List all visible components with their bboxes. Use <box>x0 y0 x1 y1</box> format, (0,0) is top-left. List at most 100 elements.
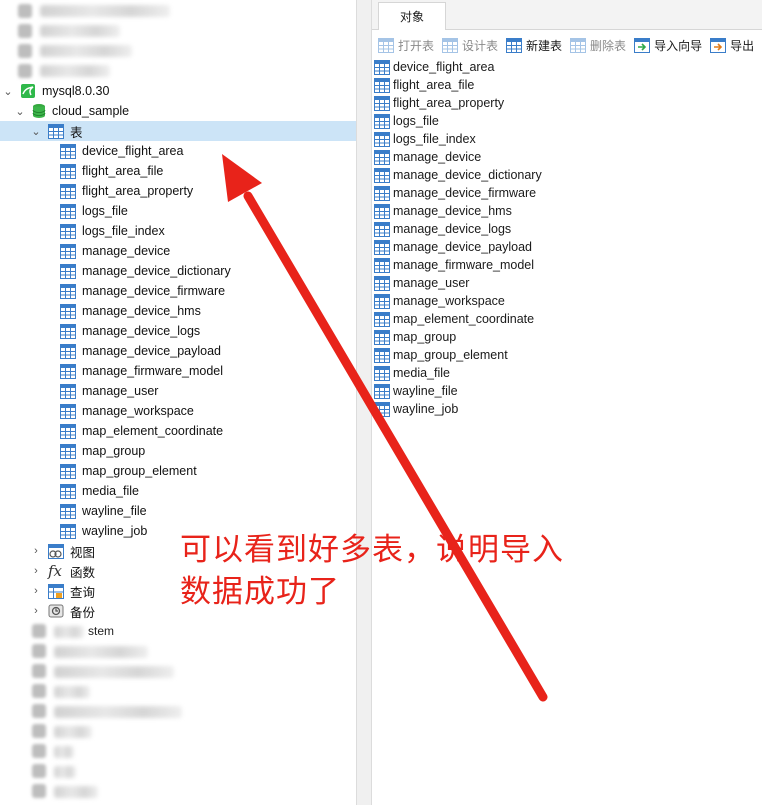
object-list-item[interactable]: map_group <box>374 328 456 346</box>
table-icon <box>374 150 390 165</box>
tree-table-item[interactable]: manage_firmware_model <box>0 361 356 381</box>
object-list-item[interactable]: flight_area_property <box>374 94 504 112</box>
object-list-item[interactable]: device_flight_area <box>374 58 494 76</box>
table-icon <box>374 366 390 381</box>
blurred-database[interactable] <box>54 706 182 718</box>
blurred-database[interactable] <box>54 766 76 778</box>
tree-table-label: logs_file <box>82 204 128 218</box>
object-list-item[interactable]: manage_device <box>374 148 481 166</box>
object-table-label: manage_device_firmware <box>393 186 537 200</box>
object-list-item[interactable]: wayline_job <box>374 400 458 418</box>
chevron-down-icon[interactable]: ⌄ <box>14 105 26 118</box>
tree-table-label: wayline_file <box>82 504 147 518</box>
table-icon <box>60 244 76 259</box>
blurred-connection[interactable] <box>40 5 170 17</box>
object-list-item[interactable]: map_element_coordinate <box>374 310 534 328</box>
object-table-label: manage_device_hms <box>393 204 512 218</box>
delete-table-button[interactable]: 删除表 <box>570 37 626 54</box>
tab-objects[interactable]: 对象 <box>378 2 446 30</box>
chevron-down-icon[interactable]: ⌄ <box>30 125 42 138</box>
table-icon <box>60 484 76 499</box>
tables-node[interactable]: ⌄ 表 <box>0 121 356 141</box>
object-list-item[interactable]: flight_area_file <box>374 76 474 94</box>
blurred-database[interactable] <box>54 666 174 678</box>
chevron-right-icon[interactable]: › <box>30 605 42 617</box>
table-icon <box>374 204 390 219</box>
object-list-item[interactable]: wayline_file <box>374 382 458 400</box>
tree-table-item[interactable]: device_flight_area <box>0 141 356 161</box>
tree-table-item[interactable]: media_file <box>0 481 356 501</box>
blurred-database[interactable] <box>54 726 92 738</box>
tree-table-item[interactable]: wayline_file <box>0 501 356 521</box>
blurred-database[interactable] <box>54 746 74 758</box>
chevron-right-icon[interactable]: › <box>30 585 42 597</box>
object-list-item[interactable]: manage_device_logs <box>374 220 511 238</box>
tree-table-item[interactable]: manage_device_logs <box>0 321 356 341</box>
queries-node-label: 查询 <box>70 585 96 600</box>
object-list-item[interactable]: manage_user <box>374 274 469 292</box>
object-list-item[interactable]: manage_workspace <box>374 292 505 310</box>
table-icon <box>60 204 76 219</box>
pane-splitter[interactable] <box>356 0 372 805</box>
tree-table-item[interactable]: manage_device_firmware <box>0 281 356 301</box>
object-list-item[interactable]: media_file <box>374 364 450 382</box>
functions-node-label: 函数 <box>70 565 96 580</box>
blurred-database[interactable] <box>54 786 98 798</box>
connection-node[interactable]: ⌄ mysql8.0.30 <box>0 81 356 101</box>
export-button[interactable]: 导出 <box>710 37 754 54</box>
tree-table-item[interactable]: flight_area_property <box>0 181 356 201</box>
object-list-item[interactable]: map_group_element <box>374 346 508 364</box>
navigator-pane: ⌄ mysql8.0.30 ⌄ cloud_sample ⌄ 表 device_… <box>0 0 356 805</box>
table-icon <box>60 344 76 359</box>
object-list-item[interactable]: manage_firmware_model <box>374 256 534 274</box>
object-table-label: flight_area_property <box>393 96 505 110</box>
tree-table-item[interactable]: manage_device_hms <box>0 301 356 321</box>
delete-table-label: 删除表 <box>590 38 627 53</box>
tree-table-item[interactable]: map_element_coordinate <box>0 421 356 441</box>
import-wizard-button[interactable]: 导入向导 <box>634 37 702 54</box>
new-table-button[interactable]: 新建表 <box>506 37 562 54</box>
tree-table-item[interactable]: manage_device <box>0 241 356 261</box>
table-icon <box>60 504 76 519</box>
blurred-connection[interactable] <box>40 25 120 37</box>
object-list-item[interactable]: logs_file <box>374 112 439 130</box>
blurred-database[interactable] <box>54 686 90 698</box>
tree-table-item[interactable]: logs_file_index <box>0 221 356 241</box>
object-table-label: map_element_coordinate <box>393 312 535 326</box>
table-icon <box>374 384 390 399</box>
tree-table-label: flight_area_file <box>82 164 164 178</box>
object-list-item[interactable]: manage_device_payload <box>374 238 532 256</box>
chevron-right-icon[interactable]: › <box>30 565 42 577</box>
blurred-database[interactable] <box>54 626 84 638</box>
tree-table-label: manage_user <box>82 384 159 398</box>
object-list-item[interactable]: manage_device_hms <box>374 202 512 220</box>
tree-table-item[interactable]: logs_file <box>0 201 356 221</box>
tree-table-item[interactable]: map_group <box>0 441 356 461</box>
tree-table-item[interactable]: flight_area_file <box>0 161 356 181</box>
chevron-down-icon[interactable]: ⌄ <box>2 85 14 98</box>
object-list-item[interactable]: manage_device_firmware <box>374 184 536 202</box>
tree-table-item[interactable]: map_group_element <box>0 461 356 481</box>
blurred-connection[interactable] <box>40 45 132 57</box>
chevron-right-icon[interactable]: › <box>30 545 42 557</box>
design-table-button[interactable]: 设计表 <box>442 37 498 54</box>
object-table-label: logs_file_index <box>393 132 476 146</box>
blurred-database-icon <box>32 704 46 718</box>
database-node[interactable]: ⌄ cloud_sample <box>0 101 356 121</box>
open-table-button[interactable]: 打开表 <box>378 37 434 54</box>
partial-system-label: stem <box>88 624 115 638</box>
objects-toolbar: 打开表 设计表 新建表 删除表 导入向导 导出 <box>372 32 762 58</box>
tree-table-item[interactable]: manage_workspace <box>0 401 356 421</box>
object-list-item[interactable]: manage_device_dictionary <box>374 166 542 184</box>
table-icon <box>374 240 390 255</box>
tree-table-item[interactable]: manage_device_payload <box>0 341 356 361</box>
tree-table-item[interactable]: manage_user <box>0 381 356 401</box>
table-icon <box>60 464 76 479</box>
tree-table-item[interactable]: manage_device_dictionary <box>0 261 356 281</box>
blurred-connection[interactable] <box>40 65 110 77</box>
object-list-item[interactable]: logs_file_index <box>374 130 476 148</box>
table-icon <box>60 304 76 319</box>
table-icon <box>60 184 76 199</box>
blurred-database[interactable] <box>54 646 148 658</box>
table-icon <box>60 384 76 399</box>
